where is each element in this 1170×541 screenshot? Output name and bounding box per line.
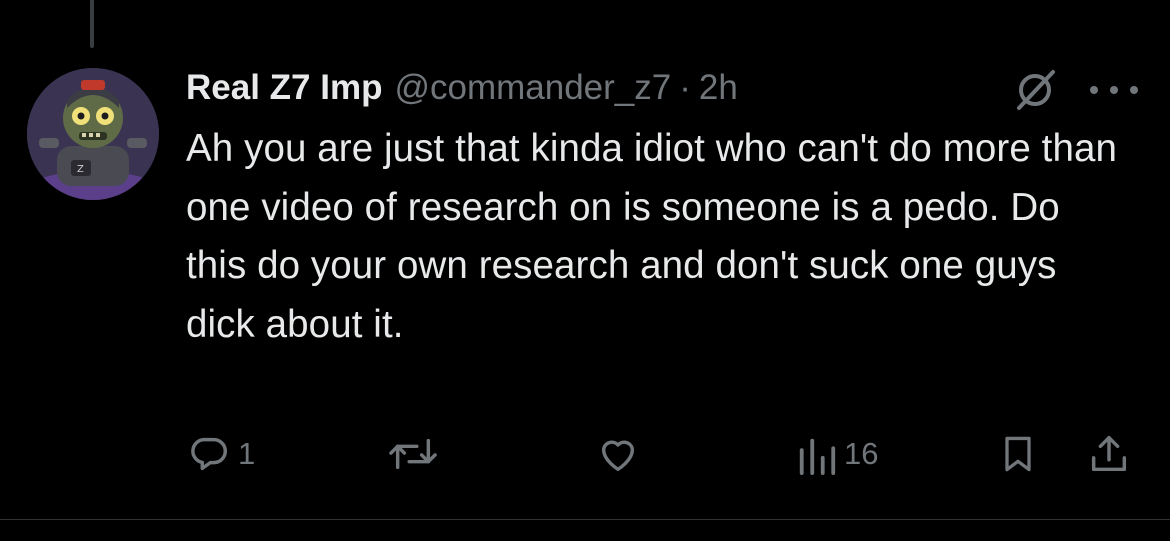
thread-connector-line (90, 0, 94, 48)
svg-text:Z: Z (77, 164, 84, 175)
more-icon[interactable] (1090, 68, 1138, 112)
like-button[interactable] (594, 431, 642, 477)
more-dot (1130, 86, 1138, 94)
more-dot (1110, 86, 1118, 94)
reply-count: 1 (238, 436, 256, 471)
user-handle[interactable]: @commander_z7 (394, 68, 671, 108)
retweet-icon (386, 431, 440, 477)
tweet-divider (0, 519, 1170, 520)
bookmark-icon (996, 431, 1040, 477)
separator-dot: · (679, 68, 691, 107)
timestamp[interactable]: 2h (699, 68, 738, 108)
grok-icon[interactable] (1013, 68, 1057, 112)
share-icon (1086, 431, 1132, 477)
bookmark-button[interactable] (996, 431, 1040, 477)
tweet-actions-bar: 1 16 (0, 425, 1170, 485)
share-button[interactable] (1086, 431, 1132, 477)
reply-icon (186, 431, 232, 477)
retweet-button[interactable] (386, 431, 440, 477)
more-dot (1090, 86, 1098, 94)
display-name[interactable]: Real Z7 Imp (186, 68, 382, 108)
views-button[interactable]: 16 (796, 431, 878, 477)
views-count: 16 (844, 436, 879, 471)
tweet-text: Ah you are just that kinda idiot who can… (186, 127, 1117, 346)
heart-icon (594, 431, 642, 477)
avatar[interactable]: Z (27, 68, 159, 200)
avatar-image: Z (27, 68, 159, 200)
reply-button[interactable]: 1 (186, 431, 255, 477)
tweet-header: Real Z7 Imp @commander_z7 · 2h (186, 60, 738, 116)
views-icon (796, 431, 838, 477)
